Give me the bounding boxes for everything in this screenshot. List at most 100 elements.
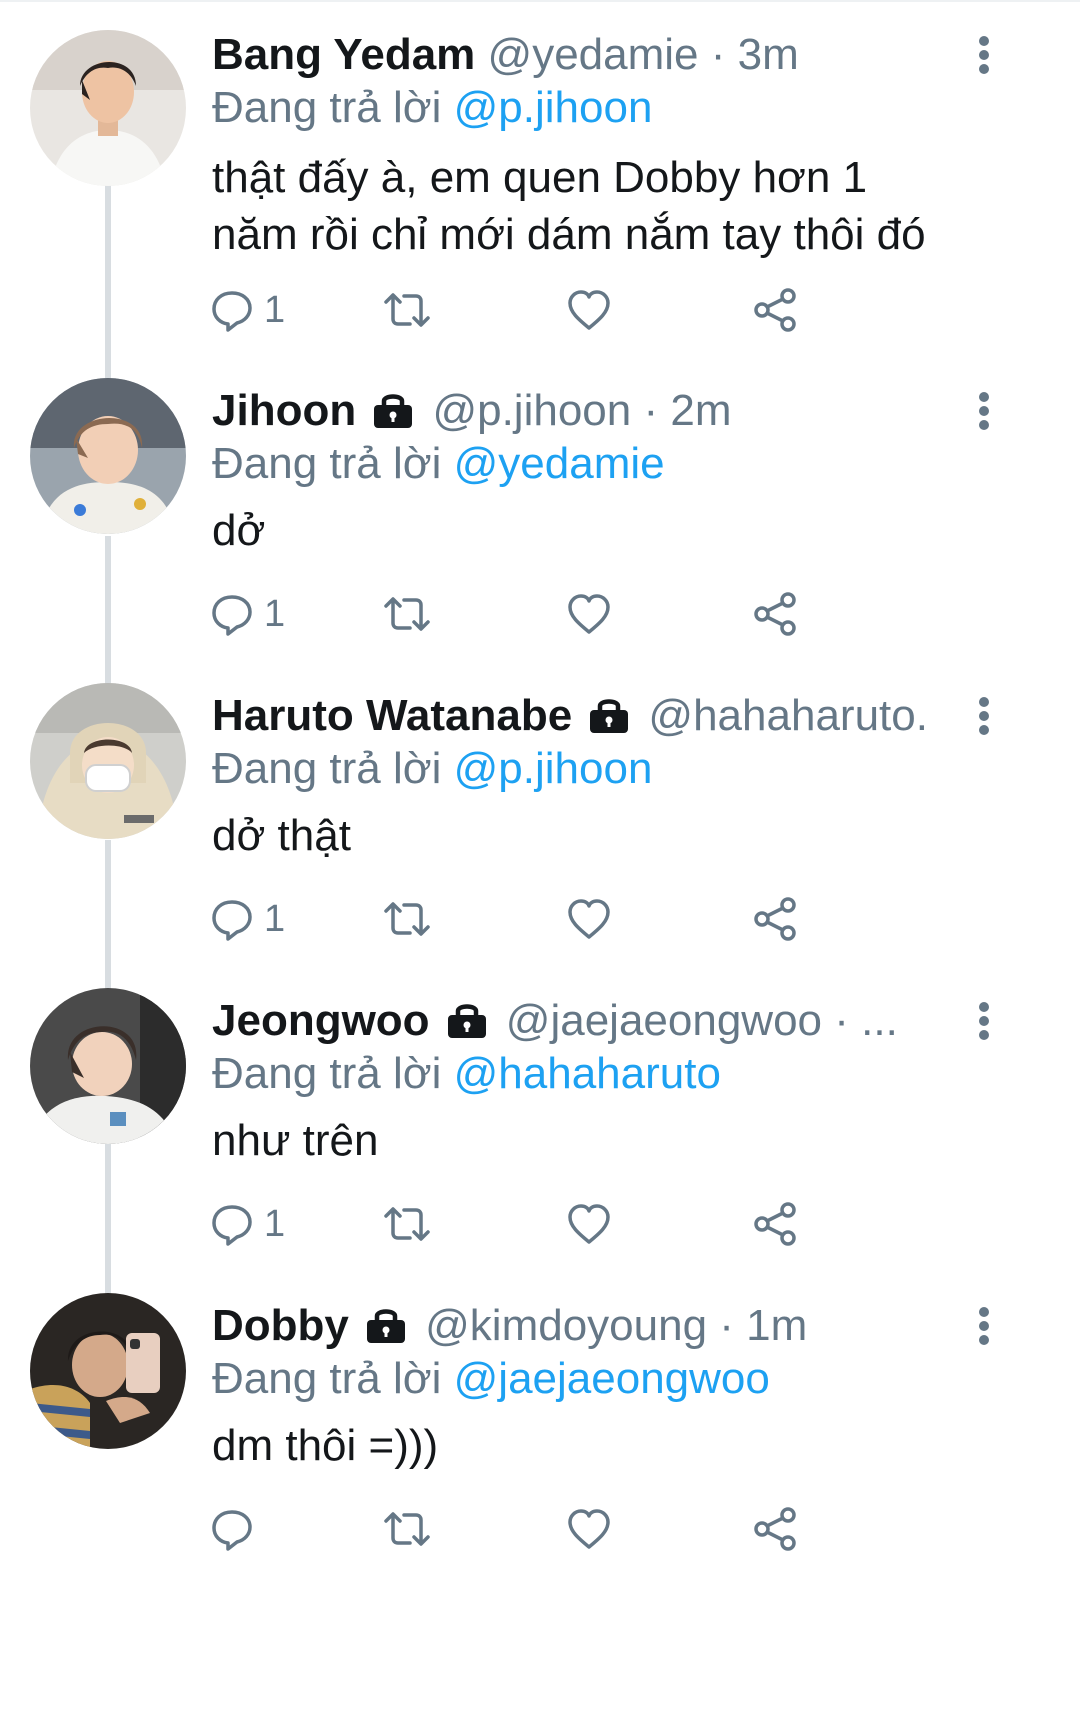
reply-count: 1 [264, 288, 286, 331]
reply-button[interactable]: 1 [210, 584, 285, 644]
replying-to-label: Đang trả lời [212, 1354, 442, 1403]
like-button[interactable] [566, 1194, 612, 1254]
retweet-button[interactable] [382, 584, 432, 644]
share-button[interactable] [752, 889, 798, 949]
reply-mention-link[interactable]: @p.jihoon [454, 83, 653, 132]
tweet-actions: 1 [210, 1194, 910, 1254]
replying-to: Đang trả lời @p.jihoon [212, 78, 652, 138]
heart-icon [566, 288, 612, 332]
tweet[interactable]: Jeongwoo @jaejaeongwoo · ... Đang trả lờ… [0, 988, 1080, 1293]
avatar[interactable] [30, 988, 186, 1144]
display-name[interactable]: Jihoon [212, 386, 356, 435]
share-icon [752, 896, 798, 942]
reply-button[interactable] [210, 1499, 264, 1559]
separator-dot: · [834, 996, 849, 1045]
like-button[interactable] [566, 280, 612, 340]
replying-to-label: Đang trả lời [212, 1049, 442, 1098]
reply-icon [210, 288, 254, 332]
user-handle[interactable]: @p.jihoon [432, 386, 631, 435]
share-icon [752, 1506, 798, 1552]
reply-mention-link[interactable]: @jaejaeongwoo [454, 1354, 770, 1403]
replying-to: Đang trả lời @p.jihoon [212, 739, 652, 799]
replying-to: Đang trả lời @hahaharuto [212, 1044, 721, 1104]
reply-icon [210, 1202, 254, 1246]
retweet-button[interactable] [382, 1499, 432, 1559]
reply-count: 1 [264, 592, 286, 635]
separator-dot: · [710, 30, 726, 79]
user-handle[interactable]: @jaejaeongwoo [506, 996, 822, 1045]
more-options-icon[interactable] [964, 25, 1004, 85]
tweet-text-line: năm rồi chỉ mới dám nắm tay thôi đó [212, 210, 926, 259]
tweet-actions: 1 [210, 584, 910, 644]
avatar[interactable] [30, 1293, 186, 1449]
tweet-text: thật đấy à, em quen Dobby hơn 1 năm rồi … [212, 149, 1012, 263]
tweet-text: dở thật [212, 807, 1012, 864]
reply-icon [210, 1507, 254, 1551]
share-button[interactable] [752, 1194, 798, 1254]
more-options-icon[interactable] [964, 686, 1004, 746]
user-handle[interactable]: @hahaharuto. [648, 691, 928, 740]
replying-to-label: Đang trả lời [212, 439, 442, 488]
retweet-button[interactable] [382, 280, 432, 340]
timestamp[interactable]: 1m [746, 1301, 807, 1350]
tweet-text-line: như trên [212, 1116, 379, 1165]
share-icon [752, 287, 798, 333]
share-icon [752, 1201, 798, 1247]
tweet-actions: 1 [210, 889, 910, 949]
replying-to-label: Đang trả lời [212, 744, 442, 793]
timestamp[interactable]: ... [861, 996, 898, 1045]
share-button[interactable] [752, 280, 798, 340]
reply-button[interactable]: 1 [210, 1194, 285, 1254]
user-handle[interactable]: @yedamie [488, 30, 699, 79]
more-options-icon[interactable] [964, 1296, 1004, 1356]
tweet-text-line: dở thật [212, 811, 351, 860]
display-name[interactable]: Bang Yedam [212, 30, 475, 79]
timestamp[interactable]: 3m [738, 30, 799, 79]
heart-icon [566, 1507, 612, 1551]
tweet[interactable]: Dobby @kimdoyoung · 1m Đang trả lời @jae… [0, 1293, 1080, 1717]
share-button[interactable] [752, 1499, 798, 1559]
display-name[interactable]: Dobby [212, 1301, 349, 1350]
tweet-header: Bang Yedam @yedamie · 3m [212, 25, 980, 85]
like-button[interactable] [566, 1499, 612, 1559]
avatar[interactable] [30, 378, 186, 534]
reply-mention-link[interactable]: @p.jihoon [454, 744, 653, 793]
reply-button[interactable]: 1 [210, 280, 285, 340]
heart-icon [566, 897, 612, 941]
replying-to: Đang trả lời @yedamie [212, 434, 665, 494]
retweet-button[interactable] [382, 1194, 432, 1254]
tweet-text-line: thật đấy à, em quen Dobby hơn 1 [212, 153, 868, 202]
reply-count: 1 [264, 897, 286, 940]
avatar[interactable] [30, 683, 186, 839]
tweet-text: dm thôi =))) [212, 1417, 1012, 1474]
tweet-text: dở [212, 502, 1012, 559]
share-button[interactable] [752, 584, 798, 644]
avatar[interactable] [30, 30, 186, 186]
reply-icon [210, 897, 254, 941]
tweet-actions: 1 [210, 280, 910, 340]
retweet-button[interactable] [382, 889, 432, 949]
tweet[interactable]: Haruto Watanabe @hahaharuto. Đang trả lờ… [0, 683, 1080, 988]
reply-count: 1 [264, 1202, 286, 1245]
like-button[interactable] [566, 584, 612, 644]
reply-mention-link[interactable]: @yedamie [454, 439, 665, 488]
reply-button[interactable]: 1 [210, 889, 285, 949]
tweet[interactable]: Bang Yedam @yedamie · 3m Đang trả lời @p… [0, 0, 1080, 378]
display-name[interactable]: Jeongwoo [212, 996, 430, 1045]
separator-dot: · [719, 1301, 734, 1350]
reply-icon [210, 592, 254, 636]
retweet-icon [382, 897, 432, 941]
user-handle[interactable]: @kimdoyoung [425, 1301, 707, 1350]
reply-thread: Bang Yedam @yedamie · 3m Đang trả lời @p… [0, 0, 1080, 1717]
tweet[interactable]: Jihoon @p.jihoon · 2m Đang trả lời @yeda… [0, 378, 1080, 683]
retweet-icon [382, 592, 432, 636]
like-button[interactable] [566, 889, 612, 949]
reply-mention-link[interactable]: @hahaharuto [454, 1049, 721, 1098]
timestamp[interactable]: 2m [670, 386, 731, 435]
tweet-actions [210, 1499, 910, 1559]
retweet-icon [382, 1202, 432, 1246]
more-options-icon[interactable] [964, 991, 1004, 1051]
tweet-text-line: dở [212, 506, 266, 555]
more-options-icon[interactable] [964, 381, 1004, 441]
display-name[interactable]: Haruto Watanabe [212, 691, 572, 740]
